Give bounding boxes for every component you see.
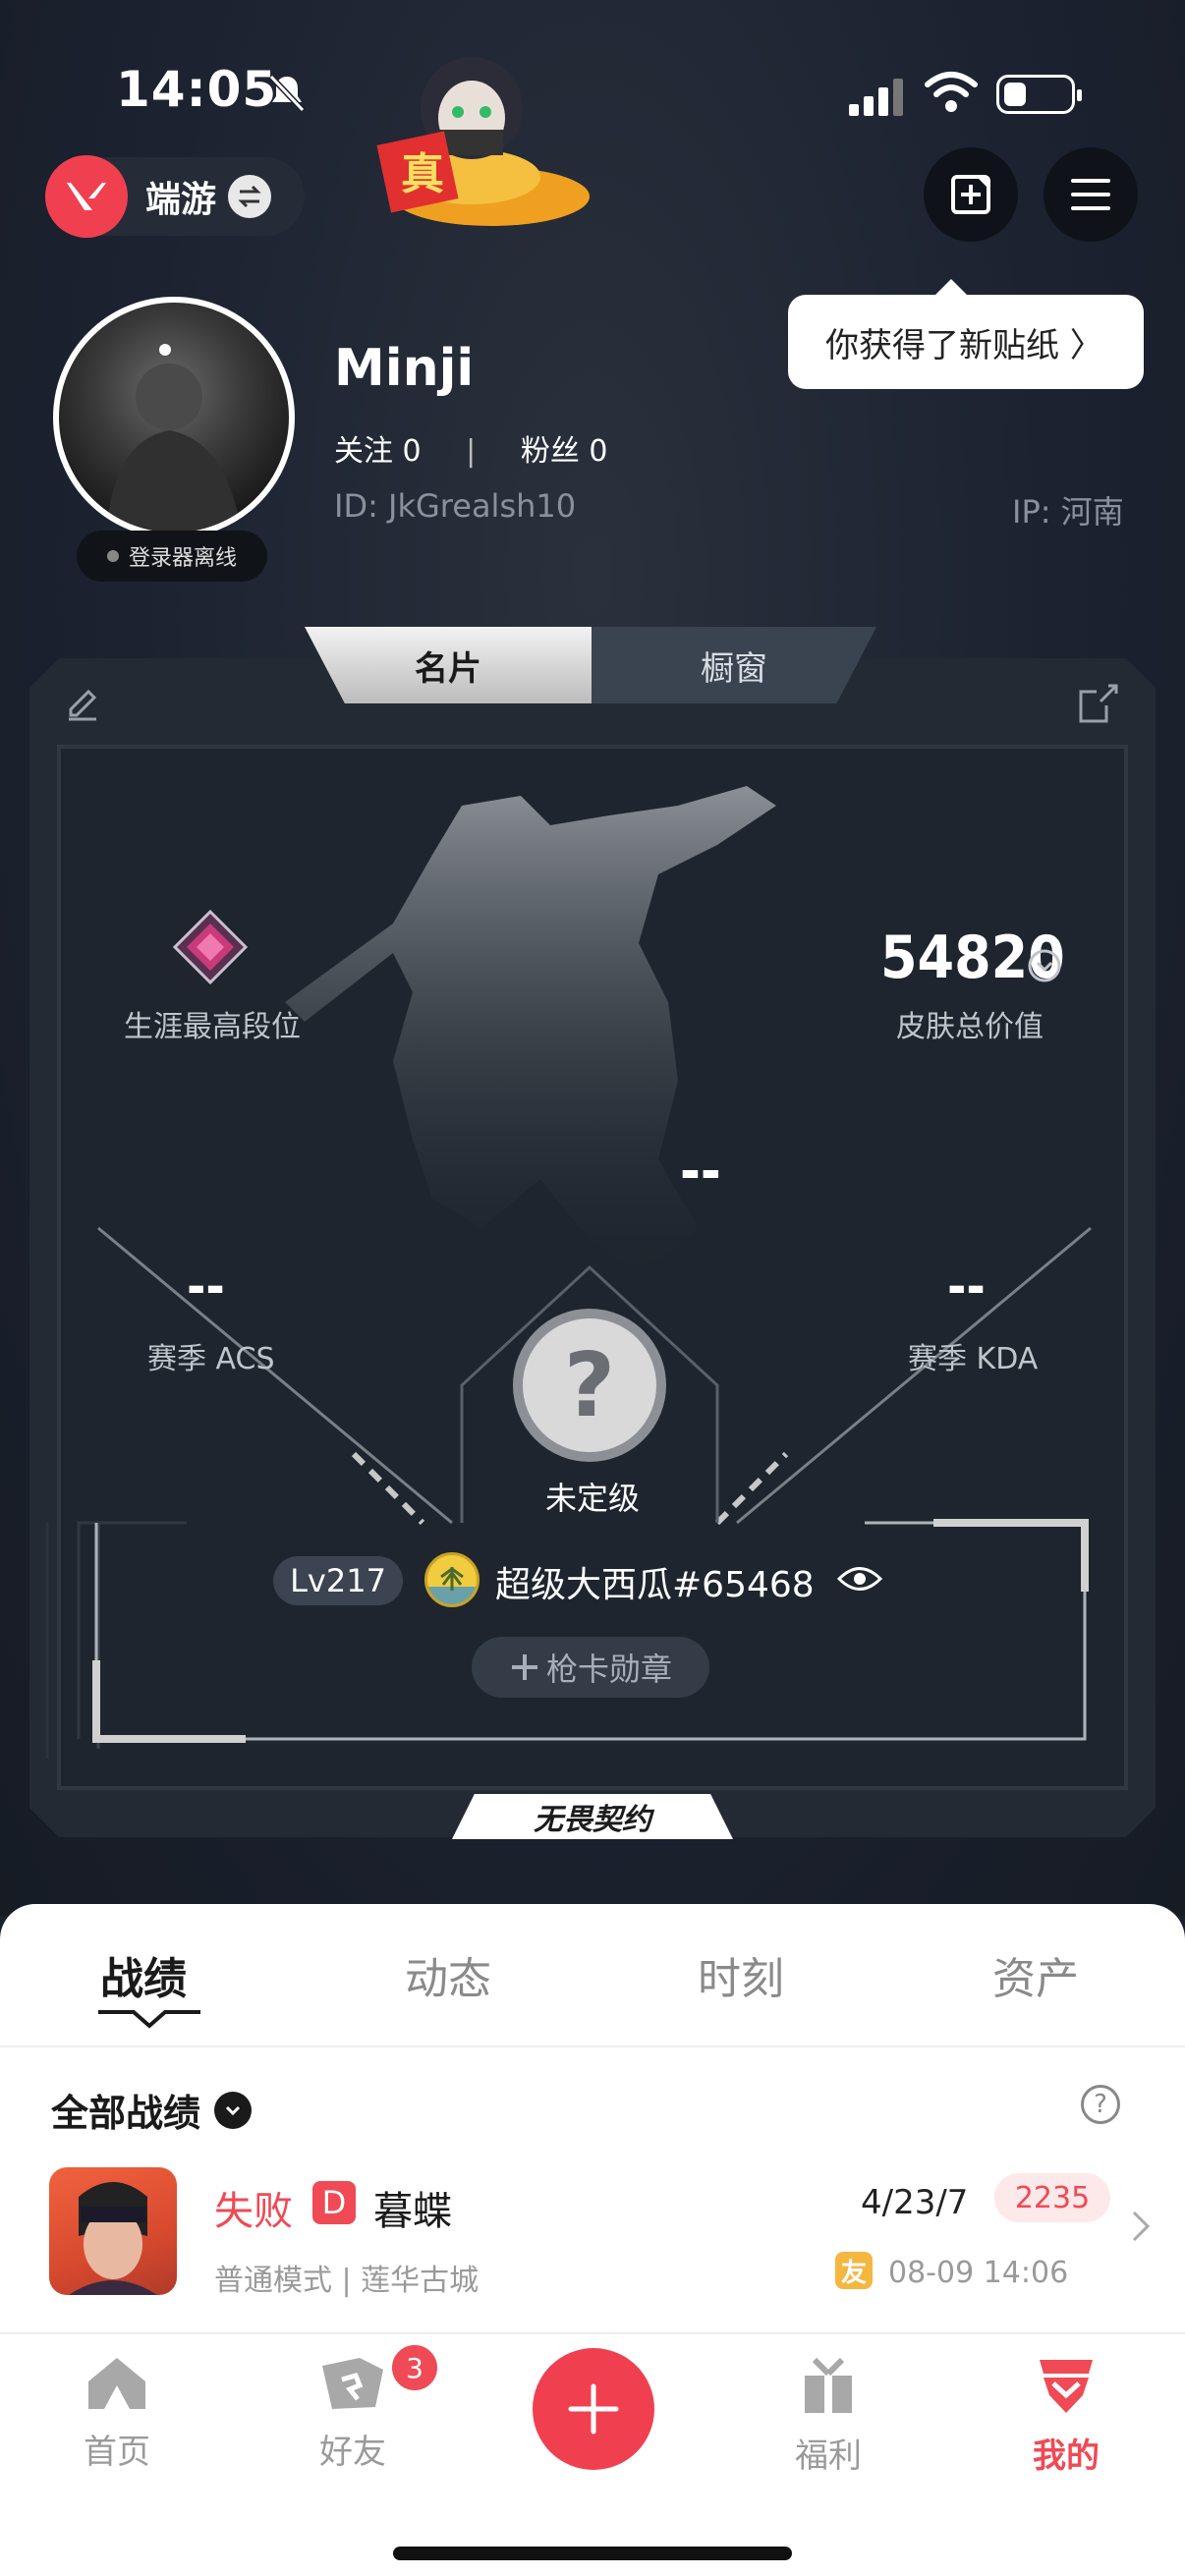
nav-home[interactable]: 首页: [43, 2356, 191, 2473]
friends-badge: 3: [389, 2342, 440, 2393]
kda-value: --: [947, 1258, 986, 1316]
stats-separator: |: [466, 434, 477, 469]
hamburger-icon: [1071, 179, 1110, 210]
agent-silhouette: [285, 786, 776, 1277]
profile-icon: [1040, 2360, 1093, 2413]
swap-icon: [228, 175, 272, 218]
friends-icon: [322, 2358, 383, 2409]
match-score: 2235: [994, 2173, 1110, 2222]
peak-rank-icon: [173, 910, 248, 984]
home-icon: [88, 2358, 145, 2409]
nav-rewards[interactable]: 福利: [755, 2356, 902, 2477]
tab-records[interactable]: 战绩: [100, 1943, 187, 2006]
grade-badge: D: [312, 2181, 356, 2224]
fans-count[interactable]: 粉丝 0: [521, 434, 608, 469]
menu-button[interactable]: [1044, 147, 1138, 242]
sticker-button[interactable]: [924, 147, 1018, 242]
records-filter-label: 全部战绩: [51, 2092, 201, 2135]
battery-icon: [996, 75, 1082, 114]
peak-rank-label: 生涯最高段位: [124, 1010, 301, 1044]
character-sticker: 真: [376, 57, 590, 226]
silent-bell-icon: [268, 74, 306, 113]
plus-icon: [511, 1654, 537, 1680]
follow-stats: 关注 0 | 粉丝 0: [334, 426, 607, 470]
user-id: ID: JkGrealsh10: [334, 487, 577, 525]
gift-icon: [805, 2357, 852, 2413]
status-dot: [106, 550, 119, 562]
riot-id: 超级大西瓜#65468: [495, 1565, 815, 1605]
plus-icon: [568, 2383, 619, 2435]
active-tab-indicator: [98, 2010, 200, 2029]
nav-friends-label: 好友: [319, 2433, 386, 2472]
home-indicator: [393, 2547, 792, 2560]
game-switch-pill[interactable]: 端游: [45, 155, 305, 238]
game-name: 端游: [145, 180, 217, 220]
share-icon[interactable]: [1075, 682, 1120, 727]
edit-icon[interactable]: [65, 688, 100, 723]
add-badge-button[interactable]: 枪卡勋章: [472, 1637, 709, 1698]
acs-value: --: [187, 1258, 225, 1316]
sheet-divider: [0, 2045, 1185, 2047]
tab-card[interactable]: 名片: [305, 627, 592, 703]
match-time: 08-09 14:06: [888, 2256, 1069, 2290]
tab-feed[interactable]: 动态: [405, 1943, 491, 2006]
wifi-icon: [925, 72, 978, 112]
launcher-status-badge: 登录器离线: [77, 531, 267, 582]
player-card-icon: [424, 1552, 480, 1607]
create-post-button[interactable]: [533, 2348, 654, 2470]
records-filter[interactable]: 全部战绩: [51, 2083, 253, 2137]
sticker-add-icon: [951, 175, 990, 214]
valorant-logo-icon: [45, 155, 128, 238]
dropdown-icon: [214, 2091, 253, 2129]
ip-location: IP: 河南: [1012, 493, 1124, 531]
svg-text:真: 真: [401, 149, 444, 199]
nav-me[interactable]: 我的: [992, 2356, 1140, 2477]
unranked-icon: ?: [513, 1309, 666, 1462]
tab-moments[interactable]: 时刻: [698, 1943, 784, 2006]
match-mode: 普通模式 | 莲华古城: [214, 2264, 480, 2298]
center-value: --: [680, 1140, 721, 1204]
nav-home-label: 首页: [84, 2433, 150, 2472]
agent-name: 暮蝶: [373, 2189, 452, 2234]
card-tabs: 名片 橱窗: [305, 627, 876, 703]
match-result: 失败: [214, 2189, 293, 2234]
nav-rewards-label: 福利: [795, 2436, 862, 2476]
skin-value-label: 皮肤总价值: [896, 1010, 1044, 1044]
tab-showcase[interactable]: 橱窗: [592, 627, 876, 703]
status-time: 14:05: [116, 61, 278, 118]
new-sticker-toast[interactable]: 你获得了新贴纸 〉: [788, 279, 1144, 389]
agent-portrait[interactable]: [49, 2167, 177, 2295]
chevron-down-icon[interactable]: [1028, 949, 1061, 982]
nav-me-label: 我的: [1033, 2436, 1100, 2476]
rank-label: 未定级: [544, 1480, 640, 1517]
eye-icon[interactable]: [837, 1562, 882, 1596]
level-badge: Lv217: [273, 1556, 403, 1605]
kda-label: 赛季 KDA: [908, 1342, 1039, 1376]
brand-logo: 无畏契约: [452, 1794, 733, 1839]
following-count[interactable]: 关注 0: [334, 434, 422, 469]
add-badge-label: 枪卡勋章: [545, 1651, 672, 1688]
username: Minji: [334, 339, 475, 398]
signal-icon: [849, 79, 903, 116]
friend-tag: 友: [835, 2252, 873, 2289]
acs-label: 赛季 ACS: [147, 1342, 275, 1376]
status-text: 登录器离线: [128, 546, 237, 571]
chevron-right-icon[interactable]: [1130, 2209, 1152, 2244]
avatar[interactable]: [53, 297, 295, 538]
match-kda: 4/23/7: [861, 2183, 969, 2222]
tab-assets[interactable]: 资产: [992, 1943, 1079, 2006]
help-icon[interactable]: ?: [1081, 2085, 1120, 2124]
